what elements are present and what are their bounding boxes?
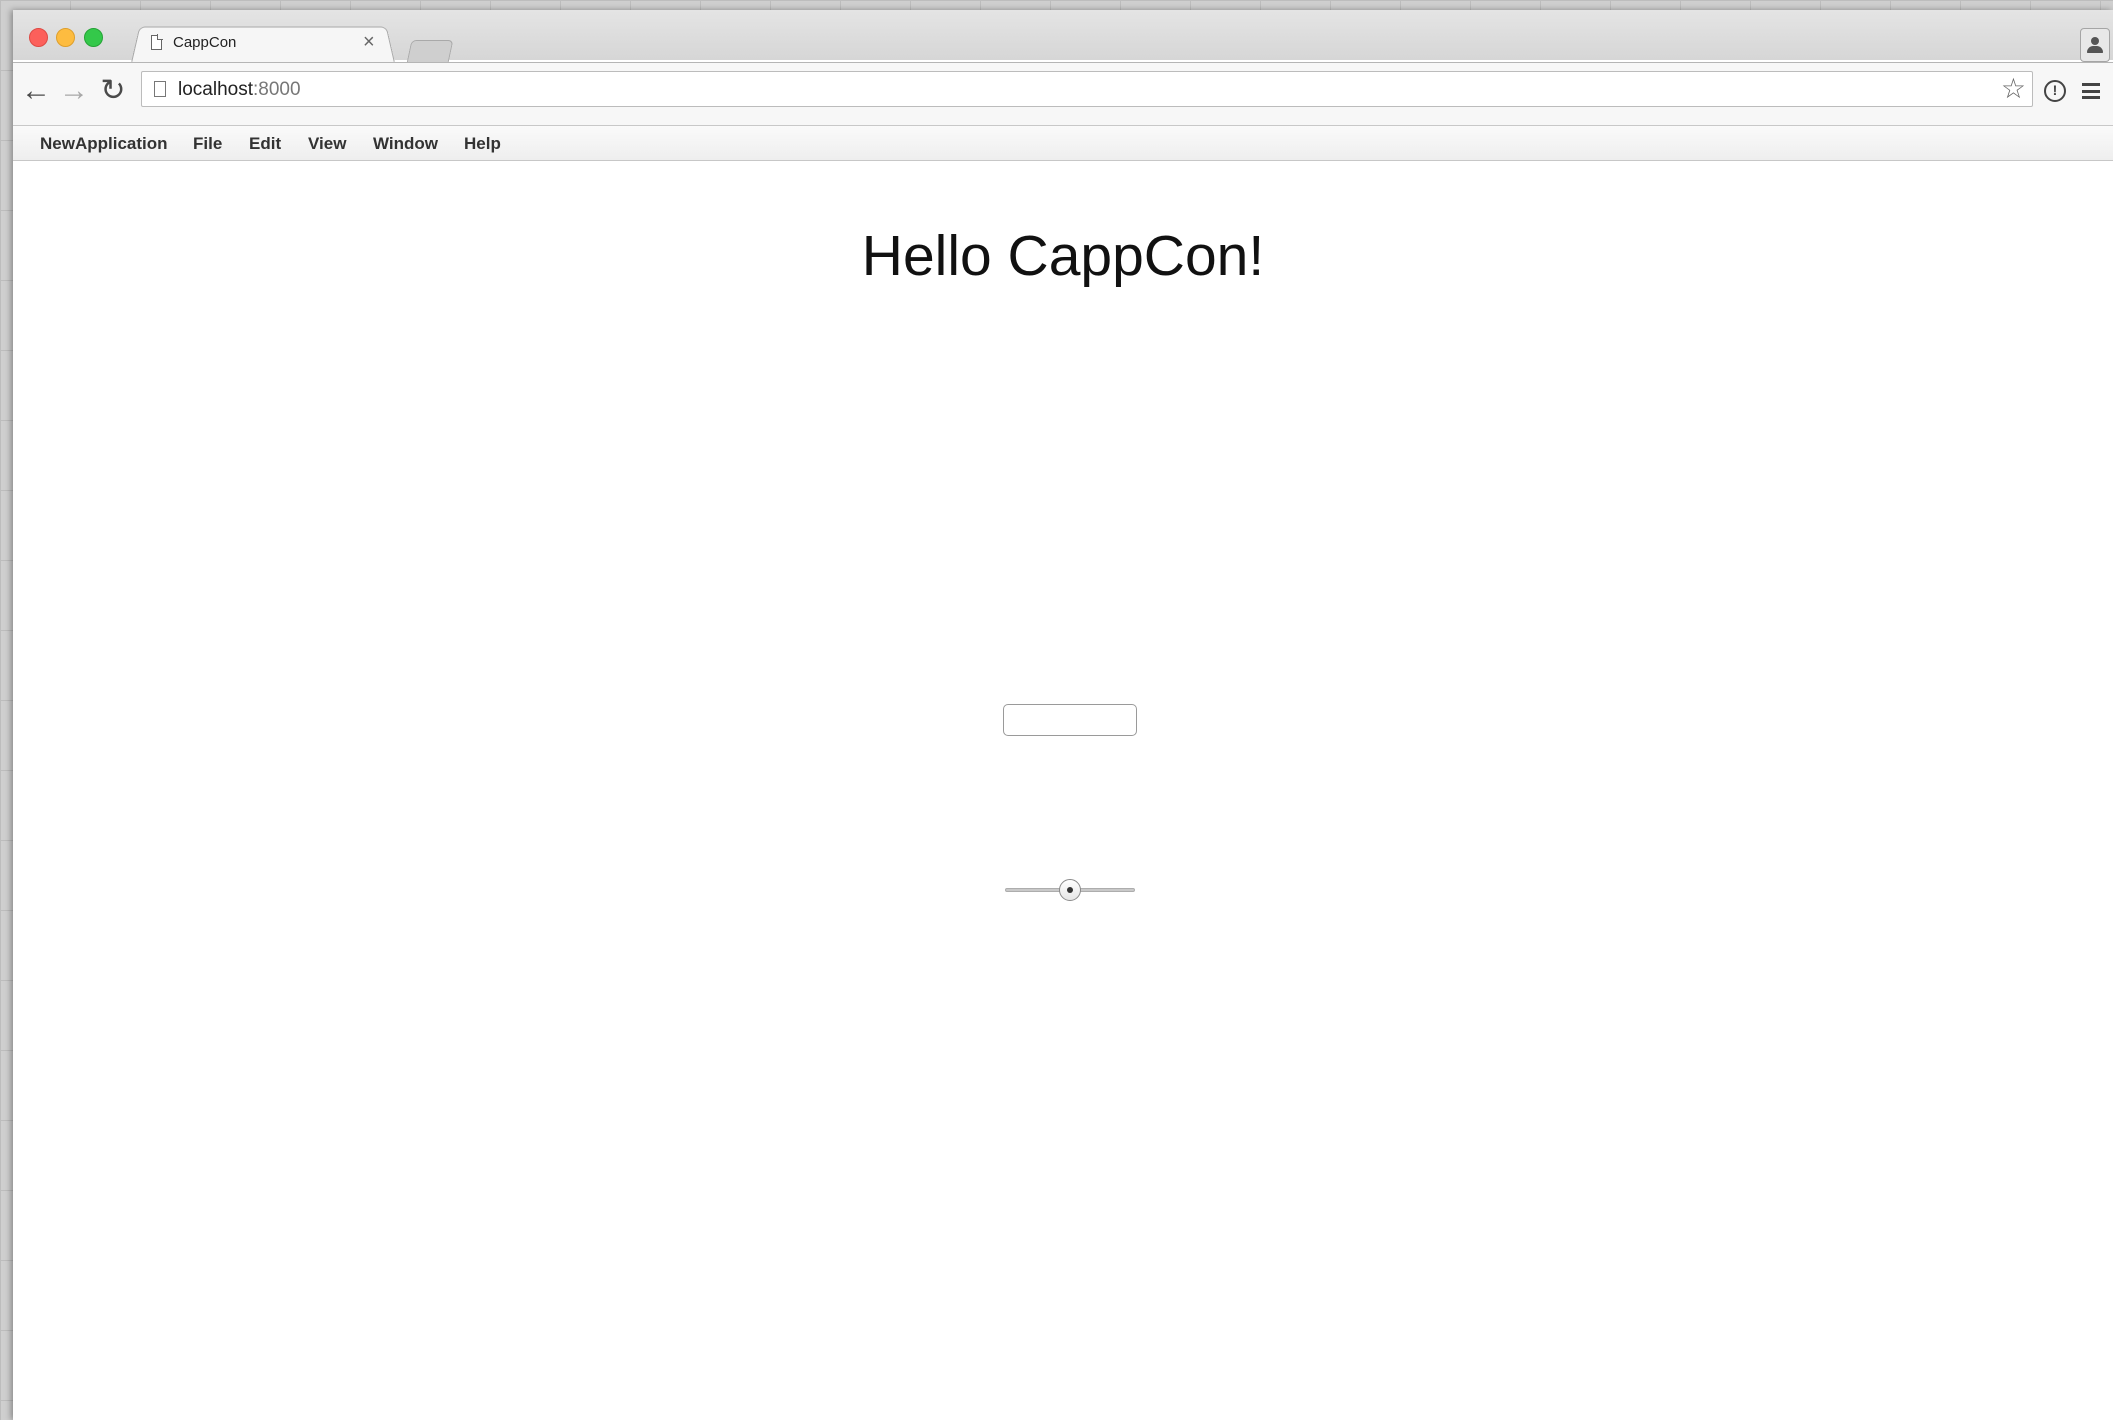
info-icon[interactable]: ! [2044,80,2066,102]
menu-item-view[interactable]: View [308,134,346,154]
forward-arrow-icon[interactable]: → [59,76,89,107]
slider-knob[interactable] [1059,879,1081,901]
window-zoom-button[interactable] [84,28,103,47]
menu-item-file[interactable]: File [193,134,222,154]
url-host: localhost [178,79,253,100]
tab-close-icon[interactable]: × [363,31,375,54]
address-bar[interactable]: localhost:8000 ☆ [141,71,2033,107]
page-content: Hello CappCon! [13,161,2113,1420]
url-text[interactable]: localhost:8000 [178,79,301,101]
menu-item-edit[interactable]: Edit [249,134,281,154]
profile-icon[interactable] [2080,28,2110,62]
back-arrow-icon[interactable]: ← [21,76,51,107]
window-minimize-button[interactable] [56,28,75,47]
url-port: :8000 [253,79,301,100]
page-icon [154,81,166,97]
menu-item-window[interactable]: Window [373,134,438,154]
new-tab-button[interactable] [406,40,454,63]
page-title: Hello CappCon! [861,224,1265,288]
app-menu-bar: NewApplication File Edit View Window Hel… [13,126,2113,161]
star-icon[interactable]: ☆ [2001,74,2026,104]
page-icon [151,34,163,50]
slider[interactable] [1005,878,1135,902]
tab-strip: CappCon × [13,10,2113,64]
browser-window: CappCon × ← → ↻ localhost:8000 ☆ ! NewAp… [13,10,2113,1420]
tab-title: CappCon [173,34,237,51]
text-input[interactable] [1003,704,1137,736]
window-close-button[interactable] [29,28,48,47]
reload-icon[interactable]: ↻ [98,76,128,107]
tab-cappcon[interactable]: CappCon × [131,24,393,62]
menu-item-help[interactable]: Help [464,134,501,154]
browser-toolbar: ← → ↻ localhost:8000 ☆ ! [13,62,2113,126]
menu-item-newapplication[interactable]: NewApplication [40,134,168,154]
hamburger-menu-icon[interactable] [2082,83,2100,99]
